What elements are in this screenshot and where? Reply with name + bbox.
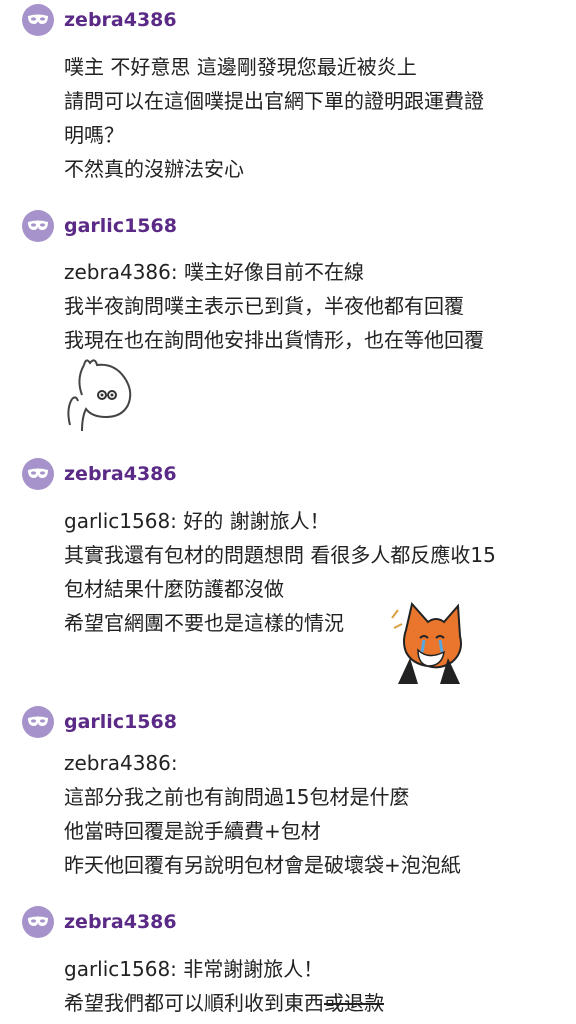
comment-text: 希望我們都可以順利收到東西 [64, 991, 324, 1015]
avatar[interactable] [22, 458, 54, 490]
username[interactable]: zebra4386 [64, 910, 177, 934]
comment-line: 噗主 不好意思 這邊剛發現您最近被炎上 [64, 55, 417, 79]
avatar[interactable] [22, 210, 54, 242]
comment-line: 這部分我之前也有詢問過15包材是什麼 [64, 785, 410, 809]
moomin-sticker [67, 359, 132, 432]
struck-text: 或退款 [324, 991, 384, 1015]
comment-body: garlic1568: 好的 謝謝旅人！ 其實我還有包材的問題想問 看很多人都反… [64, 504, 569, 640]
comment-line: garlic1568: 非常謝謝旅人！ [64, 957, 324, 981]
avatar[interactable] [22, 706, 54, 738]
comment-line: 我半夜詢問噗主表示已到貨，半夜他都有回覆 [64, 294, 464, 318]
comment-line: 昨天他回覆有另說明包材會是破壞袋+泡泡紙 [64, 853, 461, 877]
comment-line: 明嗎？ [64, 123, 124, 147]
username[interactable]: garlic1568 [64, 214, 177, 238]
comment-body: 噗主 不好意思 這邊剛發現您最近被炎上 請問可以在這個噗提出官網下單的證明跟運費… [64, 50, 569, 186]
avatar[interactable] [22, 906, 54, 938]
comment-line: 不然真的沒辦法安心 [64, 157, 244, 181]
comment-line: 其實我還有包材的問題想問 看很多人都反應收15 [64, 543, 496, 567]
comment-line: zebra4386: 噗主好像目前不在線 [64, 260, 364, 284]
username[interactable]: garlic1568 [64, 710, 177, 734]
crying-fox-sticker [391, 601, 462, 684]
mask-icon [28, 468, 48, 478]
comment-line: 希望官網團不要也是這樣的情況 [64, 611, 344, 635]
mask-icon [28, 916, 48, 926]
mask-icon [28, 14, 48, 24]
mask-icon [28, 220, 48, 230]
comment-body: garlic1568: 非常謝謝旅人！ 希望我們都可以順利收到東西或退款 [64, 952, 569, 1020]
comment-line: 請問可以在這個噗提出官網下單的證明跟運費證 [64, 89, 484, 113]
comment-line: garlic1568: 好的 謝謝旅人！ [64, 509, 330, 533]
comment-line: 希望我們都可以順利收到東西或退款 [64, 986, 569, 1020]
mask-icon [28, 716, 48, 726]
comment-body: zebra4386: 這部分我之前也有詢問過15包材是什麼 他當時回覆是說手續費… [64, 746, 569, 882]
avatar[interactable] [22, 4, 54, 36]
comment-line: 我現在也在詢問他安排出貨情形，也在等他回覆 [64, 328, 484, 352]
comment-line: 他當時回覆是說手續費+包材 [64, 819, 321, 843]
comment-line: zebra4386: [64, 751, 178, 775]
username[interactable]: zebra4386 [64, 8, 177, 32]
comment-line: 包材結果什麼防護都沒做 [64, 577, 284, 601]
username[interactable]: zebra4386 [64, 462, 177, 486]
comment-body: zebra4386: 噗主好像目前不在線 我半夜詢問噗主表示已到貨，半夜他都有回… [64, 255, 569, 357]
